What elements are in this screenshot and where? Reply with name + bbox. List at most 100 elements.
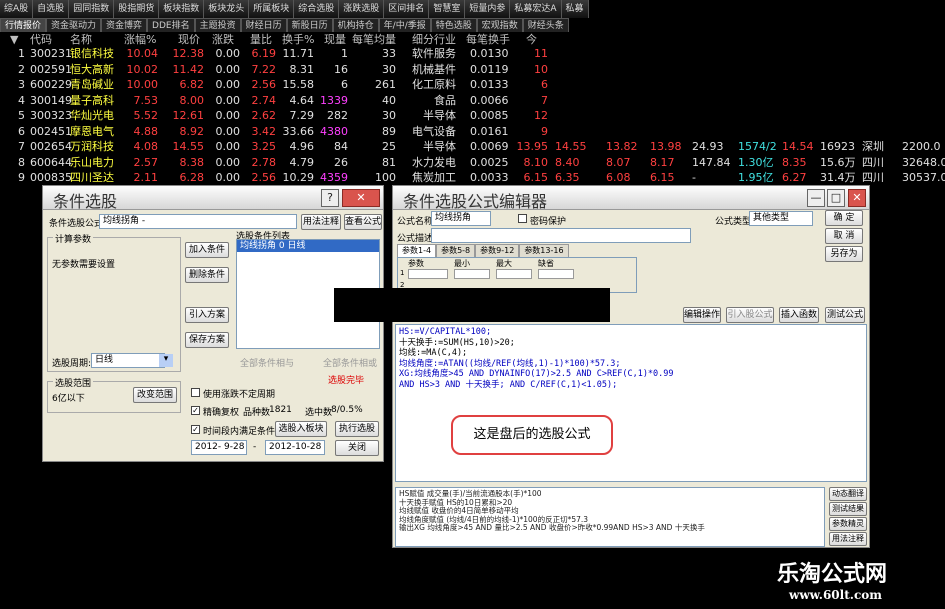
toolbar-button[interactable]: 板块指数 — [159, 0, 205, 18]
column-header[interactable]: 名称 — [70, 32, 92, 47]
column-header[interactable]: 每笔均量 — [352, 32, 396, 47]
cancel-button[interactable]: 取 消 — [825, 228, 863, 244]
to-block-button[interactable]: 选股入板块 — [275, 421, 327, 437]
minimize-icon[interactable]: — — [807, 189, 825, 207]
toolbar-button[interactable]: 园同指数 — [69, 0, 115, 18]
tab-9[interactable]: 特色选股 — [430, 18, 477, 32]
checkbox-exact-adjust[interactable]: ✓ — [191, 406, 200, 415]
change-range-button[interactable]: 改变范围 — [133, 387, 177, 403]
checkbox-use-period[interactable] — [191, 388, 200, 397]
column-header[interactable]: 每笔换手 — [466, 32, 510, 47]
tab-3[interactable]: DDE排名 — [147, 18, 195, 32]
toolbar-button[interactable]: 私募 — [561, 0, 589, 18]
formula-desc-input[interactable] — [431, 228, 691, 243]
test-formula-button[interactable]: 测试公式 — [825, 307, 865, 323]
param-tab-3[interactable]: 参数13-16 — [519, 244, 569, 257]
close-button[interactable]: 关闭 — [335, 440, 379, 456]
condition-list-item[interactable]: 均线拐角 0 日线 — [237, 240, 379, 252]
toolbar-button[interactable]: 所属板块 — [249, 0, 295, 18]
run-select-button[interactable]: 执行选股 — [335, 421, 379, 437]
toolbar-button[interactable]: 涨跌选股 — [339, 0, 385, 18]
tab-5[interactable]: 财经日历 — [240, 18, 287, 32]
column-header[interactable]: 涨跌 — [212, 32, 234, 47]
maximize-icon[interactable]: □ — [827, 189, 845, 207]
ok-button[interactable]: 确 定 — [825, 210, 863, 226]
tab-8[interactable]: 年/中/季报 — [378, 18, 431, 32]
column-header[interactable]: 现价 — [178, 32, 200, 47]
table-row[interactable]: 1 300231 银信科技 10.04 12.38 0.00 6.19 11.71 1 33 软件服… — [0, 46, 945, 61]
toolbar-button[interactable]: 智慧室 — [429, 0, 466, 18]
side-button-0[interactable]: 动态翻译 — [829, 487, 867, 501]
toolbar-button[interactable]: 短量内参 — [465, 0, 511, 18]
tab-0[interactable]: 行情报价 — [0, 18, 47, 32]
tab-7[interactable]: 机构持仓 — [332, 18, 379, 32]
column-header[interactable]: 换手% — [282, 32, 314, 47]
dialog2-titlebar[interactable]: 条件选股公式编辑器 — □ ✕ — [393, 186, 869, 211]
radio-all-and[interactable]: 全部条件相与 — [240, 356, 294, 369]
param-min-1[interactable] — [454, 269, 490, 279]
toolbar-button[interactable]: 自选股 — [33, 0, 70, 18]
save-as-button[interactable]: 另存为 — [825, 246, 863, 262]
column-header[interactable]: 细分行业 — [412, 32, 456, 47]
dialog1-titlebar[interactable]: 条件选股 ? ✕ — [43, 186, 383, 211]
close-icon[interactable]: ✕ — [848, 189, 866, 207]
side-button-1[interactable]: 测试结果 — [829, 502, 867, 516]
tab-1[interactable]: 资金驱动力 — [46, 18, 102, 32]
tab-10[interactable]: 宏观指数 — [476, 18, 523, 32]
checkbox-time-range[interactable]: ✓ — [191, 425, 200, 434]
table-row[interactable]: 4 300149 量子高科 7.53 8.00 0.00 2.74 4.64 1339 40 食品 0… — [0, 93, 945, 108]
table-row[interactable]: 9 000835 四川圣达 2.11 6.28 0.00 2.56 10.29 4359 100 焦… — [0, 170, 945, 185]
toolbar-button[interactable]: 综A股 — [0, 0, 34, 18]
param-max-1[interactable] — [496, 269, 532, 279]
column-header[interactable]: 现量 — [324, 32, 346, 47]
toolbar-button[interactable]: 股指期货 — [114, 0, 160, 18]
add-condition-button[interactable]: 加入条件 — [185, 242, 229, 258]
param-default-1[interactable] — [538, 269, 574, 279]
tab-6[interactable]: 新股日历 — [286, 18, 333, 32]
date-to-field[interactable]: 2012-10-28 — [265, 440, 325, 455]
import-formula-button[interactable]: 引入股公式 — [726, 307, 774, 323]
edit-op-button[interactable]: 编辑操作 — [683, 307, 721, 323]
param-tab-0[interactable]: 参数1-4 — [397, 244, 437, 257]
toolbar-button[interactable]: 综合选股 — [294, 0, 340, 18]
toolbar-button[interactable]: 私募宏达A — [510, 0, 562, 18]
delete-condition-button[interactable]: 删除条件 — [185, 267, 229, 283]
toolbar-button[interactable]: 板块龙头 — [204, 0, 250, 18]
side-button-3[interactable]: 用法注释 — [829, 532, 867, 546]
radio-all-or[interactable]: 全部条件相或 — [323, 356, 377, 369]
param-tab-2[interactable]: 参数9-12 — [475, 244, 520, 257]
formula-type-select[interactable]: 其他类型 — [749, 211, 813, 226]
table-row[interactable]: 6 002451 摩恩电气 4.88 8.92 0.00 3.42 33.66 4380 89 电气… — [0, 124, 945, 139]
chevron-down-icon[interactable]: ▾ — [159, 354, 173, 367]
table-row[interactable]: 2 002591 恒大高新 10.02 11.42 0.00 7.22 8.31 16 30 机械基… — [0, 62, 945, 77]
save-plan-button[interactable]: 保存方案 — [185, 332, 229, 348]
tab-2[interactable]: 资金博弈 — [101, 18, 148, 32]
import-plan-button[interactable]: 引入方案 — [185, 307, 229, 323]
param-tab-1[interactable]: 参数5-8 — [436, 244, 476, 257]
usage-note-button[interactable]: 用法注释 — [301, 214, 341, 230]
view-formula-button[interactable]: 查看公式 — [344, 214, 382, 230]
formula-editor[interactable]: HS:=V/CAPITAL*100; 十天换手:=SUM(HS,10)>20; … — [395, 324, 867, 482]
table-row[interactable]: 3 600229 青岛碱业 10.00 6.82 0.00 2.56 15.58 6 261 化工原… — [0, 77, 945, 92]
column-header[interactable]: 量比 — [250, 32, 272, 47]
table-row[interactable]: 5 300323 华灿光电 5.52 12.61 0.00 2.62 7.29 282 30 半导体… — [0, 108, 945, 123]
checkbox-password[interactable] — [518, 214, 527, 223]
table-row[interactable]: 8 600644 乐山电力 2.57 8.38 0.00 2.78 4.79 26 81 水力发电 0… — [0, 155, 945, 170]
column-header[interactable]: 今 — [526, 32, 537, 47]
toolbar-button[interactable]: 区间排名 — [384, 0, 430, 18]
column-header[interactable]: 涨幅% — [124, 32, 156, 47]
side-button-2[interactable]: 参数精灵 — [829, 517, 867, 531]
insert-function-button[interactable]: 插入函数 — [779, 307, 819, 323]
param-name-1[interactable] — [408, 269, 448, 279]
column-header[interactable]: 代码 — [30, 32, 52, 47]
sort-icon[interactable]: ▼ — [10, 32, 18, 47]
tab-4[interactable]: 主题投资 — [194, 18, 241, 32]
formula-select[interactable]: 均线拐角 - — [99, 214, 297, 229]
period-select[interactable]: 日线 — [91, 353, 165, 368]
close-icon[interactable]: ✕ — [342, 189, 380, 207]
formula-name-input[interactable]: 均线拐角 — [431, 211, 491, 226]
table-row[interactable]: 7 002654 万润科技 4.08 14.55 0.00 3.25 4.96 84 25 半导体 0… — [0, 139, 945, 154]
date-from-field[interactable]: 2012- 9-28 — [191, 440, 247, 455]
tab-11[interactable]: 财经头条 — [522, 18, 569, 32]
help-icon[interactable]: ? — [321, 189, 339, 207]
